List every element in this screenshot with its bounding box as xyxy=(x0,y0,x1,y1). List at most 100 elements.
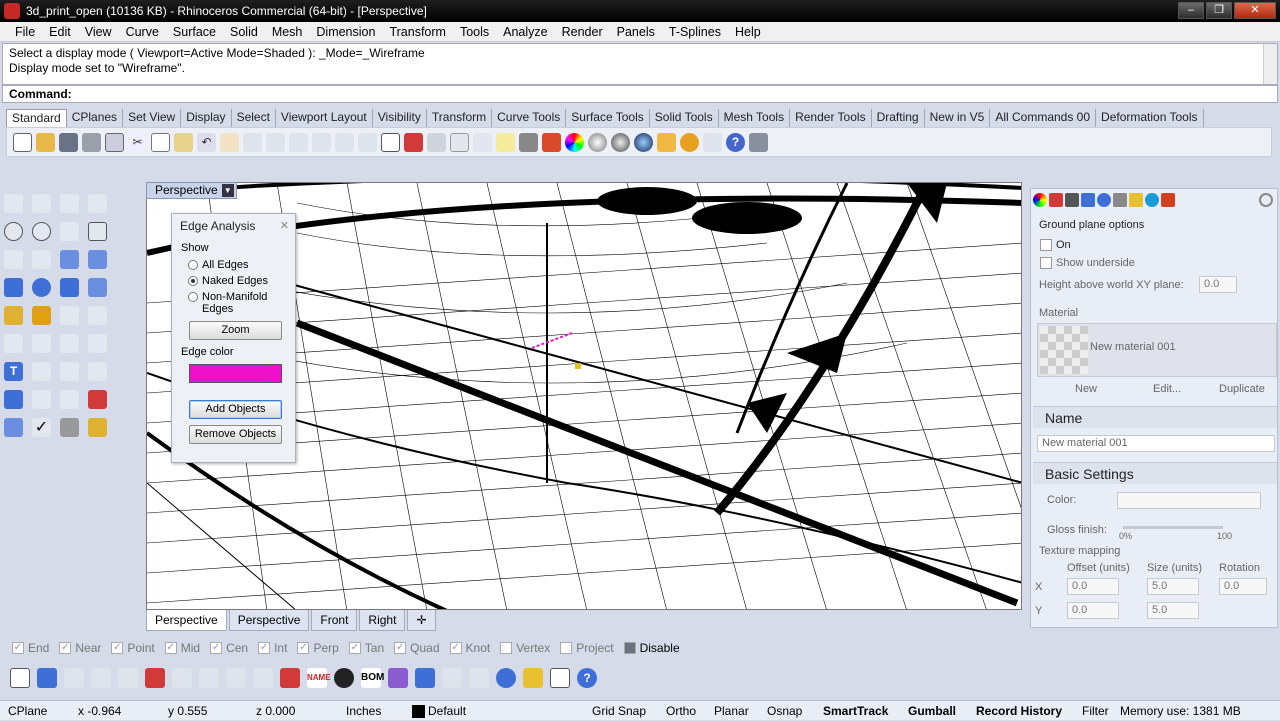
color-wheel-icon[interactable] xyxy=(565,132,584,152)
shaded-sphere-icon[interactable] xyxy=(611,132,630,152)
import-icon[interactable] xyxy=(105,132,124,152)
extrude-icon[interactable] xyxy=(4,418,23,437)
gear-icon[interactable] xyxy=(680,132,699,152)
osnap-tan[interactable]: ✓ Tan xyxy=(348,641,384,655)
menu-help[interactable]: Help xyxy=(728,22,768,42)
command-input[interactable]: Command: xyxy=(2,85,1278,103)
edit-material-button[interactable]: Edit... xyxy=(1153,383,1181,395)
material-dropdown[interactable]: New material 001 xyxy=(1037,323,1277,377)
tab-perspective-1[interactable]: Perspective xyxy=(146,610,227,631)
settings-icon[interactable] xyxy=(550,668,570,688)
point-icon[interactable] xyxy=(32,194,51,213)
scale-icon[interactable] xyxy=(88,334,107,353)
arc-icon[interactable] xyxy=(4,250,23,269)
grid-array-icon[interactable] xyxy=(60,390,79,409)
tab-surface-tools[interactable]: Surface Tools xyxy=(566,109,650,127)
select-arrow-icon[interactable] xyxy=(4,194,23,213)
edge-color-swatch[interactable] xyxy=(189,364,282,383)
menu-analyze[interactable]: Analyze xyxy=(496,22,554,42)
height-input[interactable]: 0.0 xyxy=(1199,276,1237,293)
drape-icon[interactable] xyxy=(118,668,138,688)
polygon-icon[interactable] xyxy=(60,222,79,241)
close-button[interactable]: ✕ xyxy=(1234,2,1276,19)
texture-icon[interactable] xyxy=(388,668,408,688)
restore-button[interactable]: ❐ xyxy=(1206,2,1232,19)
tab-set-view[interactable]: Set View xyxy=(123,109,182,127)
split-icon[interactable] xyxy=(88,306,107,325)
osnap-end[interactable]: ✓ End xyxy=(12,641,49,655)
command-history-scrollbar[interactable] xyxy=(1263,44,1277,84)
shade-icon[interactable] xyxy=(60,418,79,437)
display-tab-icon[interactable] xyxy=(1065,193,1079,207)
tab-viewport-layout[interactable]: Viewport Layout xyxy=(276,109,373,127)
block-manager-icon[interactable] xyxy=(415,668,435,688)
minimize-button[interactable]: – xyxy=(1178,2,1204,19)
rendered-sphere-icon[interactable] xyxy=(634,132,653,152)
zoom-icon[interactable] xyxy=(266,132,285,152)
print-icon[interactable] xyxy=(82,132,101,152)
help-icon[interactable]: ? xyxy=(577,668,597,688)
dimension-icon[interactable] xyxy=(32,362,51,381)
extract-icon[interactable] xyxy=(145,668,165,688)
osnap-mid[interactable]: ✓ Mid xyxy=(164,641,200,655)
gumball-toggle[interactable]: Gumball xyxy=(908,701,956,721)
group-icon[interactable] xyxy=(4,334,23,353)
duplicate-material-button[interactable]: Duplicate xyxy=(1219,383,1265,395)
tab-right[interactable]: Right xyxy=(359,610,406,631)
tab-visibility[interactable]: Visibility xyxy=(373,109,427,127)
wireframe-sphere-icon[interactable] xyxy=(588,132,607,152)
sweep-icon[interactable] xyxy=(88,250,107,269)
bom-icon[interactable]: BOM xyxy=(361,668,384,688)
new-icon[interactable] xyxy=(13,132,32,152)
ellipse-icon[interactable] xyxy=(32,222,51,241)
layer-icon[interactable] xyxy=(542,132,561,152)
pencil-icon[interactable] xyxy=(657,132,676,152)
move-view-icon[interactable] xyxy=(243,132,262,152)
osnap-knot[interactable]: ✓ Knot xyxy=(449,641,490,655)
cylinder-icon[interactable] xyxy=(60,278,79,297)
folder-tab-icon[interactable] xyxy=(1129,193,1143,207)
osnap-project[interactable]: Project xyxy=(560,641,614,655)
layer-tab-icon[interactable] xyxy=(1049,193,1063,207)
text-icon[interactable]: T xyxy=(4,362,23,381)
size-x-input[interactable]: 5.0 xyxy=(1147,578,1199,595)
tab-mesh-tools[interactable]: Mesh Tools xyxy=(719,109,791,127)
size-y-input[interactable]: 5.0 xyxy=(1147,602,1199,619)
open-icon[interactable] xyxy=(36,132,55,152)
tab-front[interactable]: Front xyxy=(311,610,358,631)
pan-hand-icon[interactable] xyxy=(220,132,239,152)
tab-drafting[interactable]: Drafting xyxy=(872,109,925,127)
grid-snap-toggle[interactable]: Grid Snap xyxy=(592,701,646,721)
osnap-toggle[interactable]: Osnap xyxy=(767,701,802,721)
tab-solid-tools[interactable]: Solid Tools xyxy=(650,109,719,127)
mesh-icon[interactable] xyxy=(88,278,107,297)
light-bulb-icon[interactable] xyxy=(496,132,515,152)
zoom-window-icon[interactable] xyxy=(289,132,308,152)
clock-icon[interactable] xyxy=(496,668,516,688)
snapshot-icon[interactable] xyxy=(427,132,446,152)
curve-icon[interactable] xyxy=(88,194,107,213)
explode-icon[interactable] xyxy=(32,306,51,325)
cplane-icon[interactable] xyxy=(450,132,469,152)
tool-tab-icon[interactable] xyxy=(1113,193,1127,207)
paste-icon[interactable] xyxy=(174,132,193,152)
zoom-selected-icon[interactable] xyxy=(335,132,354,152)
planar-toggle[interactable]: Planar xyxy=(714,701,749,721)
rotate-view-icon[interactable] xyxy=(358,132,377,152)
on-checkbox[interactable] xyxy=(1040,239,1052,251)
box-icon[interactable] xyxy=(4,278,23,297)
gumball-icon[interactable] xyxy=(64,668,84,688)
name-icon[interactable]: NAME xyxy=(307,668,331,688)
export-icon[interactable] xyxy=(442,668,462,688)
rotation-input[interactable]: 0.0 xyxy=(1219,578,1267,595)
page-icon[interactable] xyxy=(10,668,30,688)
analyze-icon[interactable] xyxy=(88,390,107,409)
check-icon[interactable]: ✓ xyxy=(32,418,51,437)
menu-dimension[interactable]: Dimension xyxy=(309,22,382,42)
menu-transform[interactable]: Transform xyxy=(382,22,453,42)
select-filter-icon[interactable] xyxy=(473,132,492,152)
osnap-cen[interactable]: ✓ Cen xyxy=(210,641,248,655)
menu-curve[interactable]: Curve xyxy=(119,22,166,42)
circle-icon[interactable] xyxy=(4,222,23,241)
block-icon[interactable] xyxy=(4,390,23,409)
